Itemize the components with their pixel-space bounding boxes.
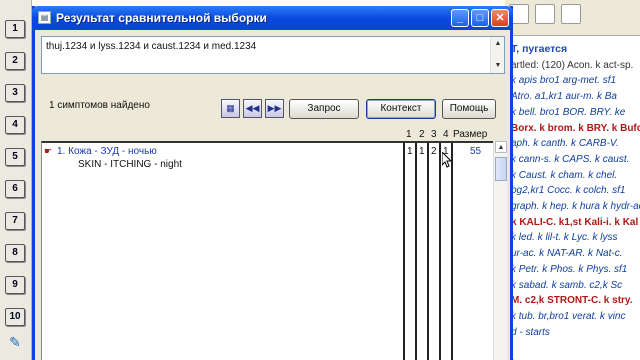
rubric-line: T, пугается bbox=[511, 43, 568, 55]
background-toolbar bbox=[505, 0, 640, 36]
column-divider bbox=[427, 143, 429, 360]
result-size: 55 bbox=[470, 146, 482, 157]
rubric-line: k sabad. k samb. c2,k Sc bbox=[511, 279, 623, 291]
rubric-line: k Petr. k Phos. k Phys. sf1 bbox=[511, 263, 628, 275]
rubric-line: ur-ac. k NAT-AR. k Nat-c. bbox=[511, 248, 623, 260]
column-header-size: Размер bbox=[453, 129, 488, 140]
rubric-line: bg2,kr1 Cocc. k colch. sf1 bbox=[511, 185, 626, 197]
close-button[interactable]: ✕ bbox=[491, 9, 509, 27]
tab-6-button[interactable]: 6 bbox=[5, 180, 25, 198]
rubric-line bbox=[511, 340, 640, 356]
window-title: Результат сравнительной выборки bbox=[56, 11, 267, 25]
query-button[interactable]: Запрос bbox=[289, 99, 359, 119]
next-icon[interactable]: ▶▶ bbox=[265, 99, 284, 118]
rubric-line: M. c2,k STRONT-C. k stry. bbox=[511, 295, 633, 307]
rubric-line: k apis bro1 arg-met. sf1 bbox=[511, 75, 617, 87]
rubric-line: Borx. k brom. k BRY. k Bufo bbox=[511, 122, 640, 134]
previous-icon[interactable]: ◀◀ bbox=[243, 99, 262, 118]
column-divider bbox=[451, 143, 453, 360]
maximize-button[interactable]: □ bbox=[471, 9, 489, 27]
found-count: 1 симптомов найдено bbox=[49, 100, 150, 111]
column-header-3: 3 bbox=[431, 129, 437, 140]
rubric-line: Atro. a1,kr1 aur-m. k Ba bbox=[511, 91, 617, 103]
results-scrollbar[interactable]: ▲ bbox=[493, 141, 507, 360]
rubric-line: k bell. bro1 BOR. BRY. ke bbox=[511, 106, 626, 118]
rubric-line: k led. k lil-t. k Lyc. k lyss bbox=[511, 232, 618, 244]
tab-5-button[interactable]: 5 bbox=[5, 148, 25, 166]
rubric-line: d - starts bbox=[511, 326, 550, 338]
mouse-cursor-icon bbox=[442, 152, 452, 168]
column-header-2: 2 bbox=[419, 129, 425, 140]
query-text: thuj.1234 и lyss.1234 и caust.1234 и med… bbox=[46, 41, 257, 52]
query-scrollbar[interactable]: ▲ ▼ bbox=[490, 37, 504, 73]
scroll-down-icon[interactable]: ▼ bbox=[493, 61, 503, 71]
results-list[interactable]: ☛ 1. Кожа - ЗУД - ночью SKIN - ITCHING -… bbox=[41, 141, 493, 360]
column-divider bbox=[415, 143, 417, 360]
tab-3-button[interactable]: 3 bbox=[5, 84, 25, 102]
result-rubric-ru[interactable]: 1. Кожа - ЗУД - ночью bbox=[57, 146, 157, 157]
tab-4-button[interactable]: 4 bbox=[5, 116, 25, 134]
background-document: T, пугается artled: (120) Acon. k act-sp… bbox=[505, 0, 640, 360]
rubric-text: T, пугается artled: (120) Acon. k act-sp… bbox=[505, 36, 640, 360]
tab-9-button[interactable]: 9 bbox=[5, 276, 25, 294]
rubric-line: graph. k hep. k hura k hydr-ac bbox=[511, 201, 640, 213]
rubric-line: te bbox=[511, 356, 640, 360]
background-control[interactable] bbox=[561, 4, 581, 24]
scroll-up-icon[interactable]: ▲ bbox=[493, 39, 503, 49]
rubric-icon: ☛ bbox=[44, 146, 53, 156]
scroll-thumb[interactable] bbox=[495, 157, 507, 181]
query-field[interactable]: thuj.1234 и lyss.1234 и caust.1234 и med… bbox=[41, 36, 505, 74]
pencil-icon[interactable]: ✎ bbox=[6, 333, 24, 351]
tab-7-button[interactable]: 7 bbox=[5, 212, 25, 230]
result-col-2: 1 bbox=[419, 146, 425, 157]
result-col-3: 2 bbox=[431, 146, 437, 157]
window-icon: ▤ bbox=[38, 11, 51, 24]
result-rubric-en: SKIN - ITCHING - night bbox=[78, 159, 182, 170]
rubric-line: k KALI-C. k1,st Kali-i. k Kal bbox=[511, 216, 639, 228]
scroll-up-icon[interactable]: ▲ bbox=[495, 141, 507, 153]
rubric-line: artled: (120) Acon. k act-sp. bbox=[511, 59, 634, 71]
help-button[interactable]: Помощь bbox=[442, 99, 496, 119]
select-all-icon[interactable]: ▦ bbox=[221, 99, 240, 118]
tab-2-button[interactable]: 2 bbox=[5, 52, 25, 70]
rubric-line: k Caust. k cham. k chel. bbox=[511, 169, 618, 181]
column-header-4: 4 bbox=[443, 129, 449, 140]
column-header-1: 1 bbox=[406, 129, 412, 140]
result-col-1: 1 bbox=[407, 146, 413, 157]
rubric-line: k tub. br,bro1 verat. k vinc bbox=[511, 310, 626, 322]
left-toolbar: 1 2 3 4 5 6 7 8 9 10 ✎ bbox=[0, 0, 32, 360]
tab-8-button[interactable]: 8 bbox=[5, 244, 25, 262]
column-divider bbox=[403, 143, 405, 360]
title-bar[interactable]: ▤ Результат сравнительной выборки _ □ ✕ bbox=[32, 6, 513, 30]
tab-1-button[interactable]: 1 bbox=[5, 20, 25, 38]
column-divider bbox=[439, 143, 441, 360]
context-button[interactable]: Контекст bbox=[366, 99, 436, 119]
minimize-button[interactable]: _ bbox=[451, 9, 469, 27]
tab-10-button[interactable]: 10 bbox=[5, 308, 25, 326]
rubric-line: k cann-s. k CAPS. k caust. bbox=[511, 153, 630, 165]
comparison-dialog: ▤ Результат сравнительной выборки _ □ ✕ … bbox=[32, 6, 513, 360]
rubric-line: aph. k canth. k CARB-V. bbox=[511, 138, 619, 150]
background-control[interactable] bbox=[535, 4, 555, 24]
